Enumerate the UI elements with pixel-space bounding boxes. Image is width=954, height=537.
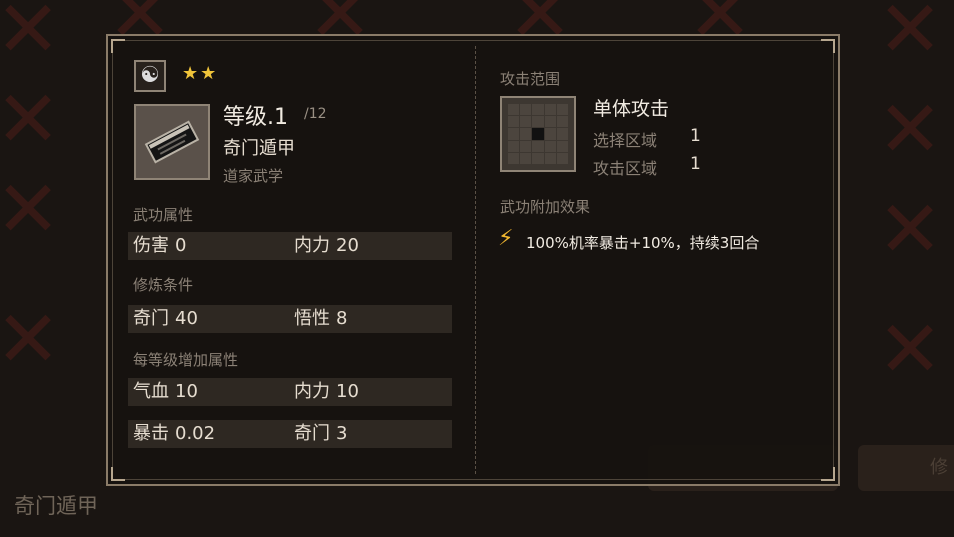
requirements-title: 修炼条件 — [133, 276, 194, 294]
skill-detail-panel: ☯ ★★ 等级.1 /12 奇门遁甲 道家武学 武功属性 伤害 0 内力 20 修炼… — [106, 34, 840, 486]
attribute-value: 0 — [175, 235, 187, 256]
range-grid-cell — [520, 140, 532, 152]
per-level-row: 暴击 0.02 奇门 3 — [128, 420, 452, 448]
range-grid-cell — [508, 152, 520, 164]
background-x-icon: ✕ — [0, 165, 61, 255]
range-grid-cell — [556, 152, 568, 164]
range-grid-cell — [520, 152, 532, 164]
skill-level-max: /12 — [304, 106, 327, 122]
select-area-label: 选择区域 — [593, 131, 658, 150]
skill-name: 奇门遁甲 — [223, 138, 295, 159]
per-level-value: 3 — [336, 423, 348, 444]
select-area-value: 1 — [690, 126, 701, 146]
background-x-icon: ✕ — [877, 185, 943, 275]
skill-category: 道家武学 — [223, 167, 284, 185]
range-grid-cell — [556, 104, 568, 116]
per-level-cell: 暴击 0.02 — [133, 420, 215, 448]
skill-book-icon — [134, 104, 210, 180]
requirement-label: 奇门 — [133, 308, 169, 329]
attack-area-label: 攻击区域 — [593, 159, 658, 178]
effects-title: 武功附加效果 — [500, 198, 591, 216]
attributes-row: 伤害 0 内力 20 — [128, 232, 452, 260]
requirements-row: 奇门 40 悟性 8 — [128, 305, 452, 333]
attributes-title: 武功属性 — [133, 206, 194, 224]
background-x-icon: ✕ — [877, 85, 943, 175]
range-grid-cell — [508, 128, 520, 140]
background-x-icon: ✕ — [0, 0, 61, 75]
effect-description: 100%机率暴击+10%，持续3回合 — [526, 234, 760, 252]
range-grid-cell — [556, 116, 568, 128]
range-grid-cell — [508, 140, 520, 152]
range-grid-cell — [508, 104, 520, 116]
range-grid-cell — [508, 116, 520, 128]
yin-yang-icon: ☯ — [134, 60, 166, 92]
panel-corner — [821, 467, 835, 481]
range-grid-cell — [532, 104, 544, 116]
background-x-icon: ✕ — [877, 0, 943, 75]
background-skill-label: 奇门遁甲 — [14, 494, 98, 518]
requirement-label: 悟性 — [294, 308, 330, 329]
attribute-cell: 内力 20 — [294, 232, 359, 260]
range-grid-cell — [532, 116, 544, 128]
per-level-cell: 奇门 3 — [294, 420, 347, 448]
background-x-icon: ✕ — [0, 75, 61, 165]
range-grid-cell — [544, 140, 556, 152]
attribute-label: 伤害 — [133, 235, 169, 256]
per-level-label: 气血 — [133, 381, 169, 402]
per-level-label: 内力 — [294, 381, 330, 402]
per-level-value: 0.02 — [175, 423, 216, 444]
attack-range-grid — [500, 96, 576, 172]
range-grid-cell — [520, 104, 532, 116]
range-grid-cell — [520, 128, 532, 140]
range-grid-cell — [556, 128, 568, 140]
per-level-cell: 气血 10 — [133, 378, 198, 406]
range-grid-cell-target — [532, 128, 544, 140]
panel-corner — [111, 39, 125, 53]
panel-corner — [111, 467, 125, 481]
per-level-title: 每等级增加属性 — [133, 351, 239, 369]
range-grid-cell — [544, 152, 556, 164]
requirement-cell: 悟性 8 — [294, 305, 347, 333]
lightning-icon: ⚡ — [498, 226, 514, 251]
requirement-value: 8 — [336, 308, 348, 329]
range-grid-cell — [520, 116, 532, 128]
background-cultivate-button[interactable]: 修 — [858, 445, 954, 491]
range-title: 攻击范围 — [500, 70, 561, 88]
per-level-value: 10 — [336, 381, 359, 402]
range-grid-cell — [544, 104, 556, 116]
attribute-label: 内力 — [294, 235, 330, 256]
requirement-cell: 奇门 40 — [133, 305, 198, 333]
per-level-label: 暴击 — [133, 423, 169, 444]
per-level-row: 气血 10 内力 10 — [128, 378, 452, 406]
star-rating: ★★ — [182, 63, 219, 84]
background-x-icon: ✕ — [877, 305, 943, 395]
attack-area-value: 1 — [690, 154, 701, 174]
per-level-cell: 内力 10 — [294, 378, 359, 406]
requirement-value: 40 — [175, 308, 198, 329]
attribute-value: 20 — [336, 235, 359, 256]
panel-corner — [821, 39, 835, 53]
per-level-value: 10 — [175, 381, 198, 402]
range-type: 单体攻击 — [593, 98, 670, 120]
range-grid-cell — [544, 128, 556, 140]
range-grid-cell — [544, 116, 556, 128]
background-x-icon: ✕ — [0, 295, 61, 385]
range-grid-cell — [532, 152, 544, 164]
range-grid-cell — [556, 140, 568, 152]
panel-divider — [475, 46, 476, 474]
attribute-cell: 伤害 0 — [133, 232, 186, 260]
range-grid-cell — [532, 140, 544, 152]
per-level-label: 奇门 — [294, 423, 330, 444]
skill-level: 等级.1 — [223, 105, 288, 130]
